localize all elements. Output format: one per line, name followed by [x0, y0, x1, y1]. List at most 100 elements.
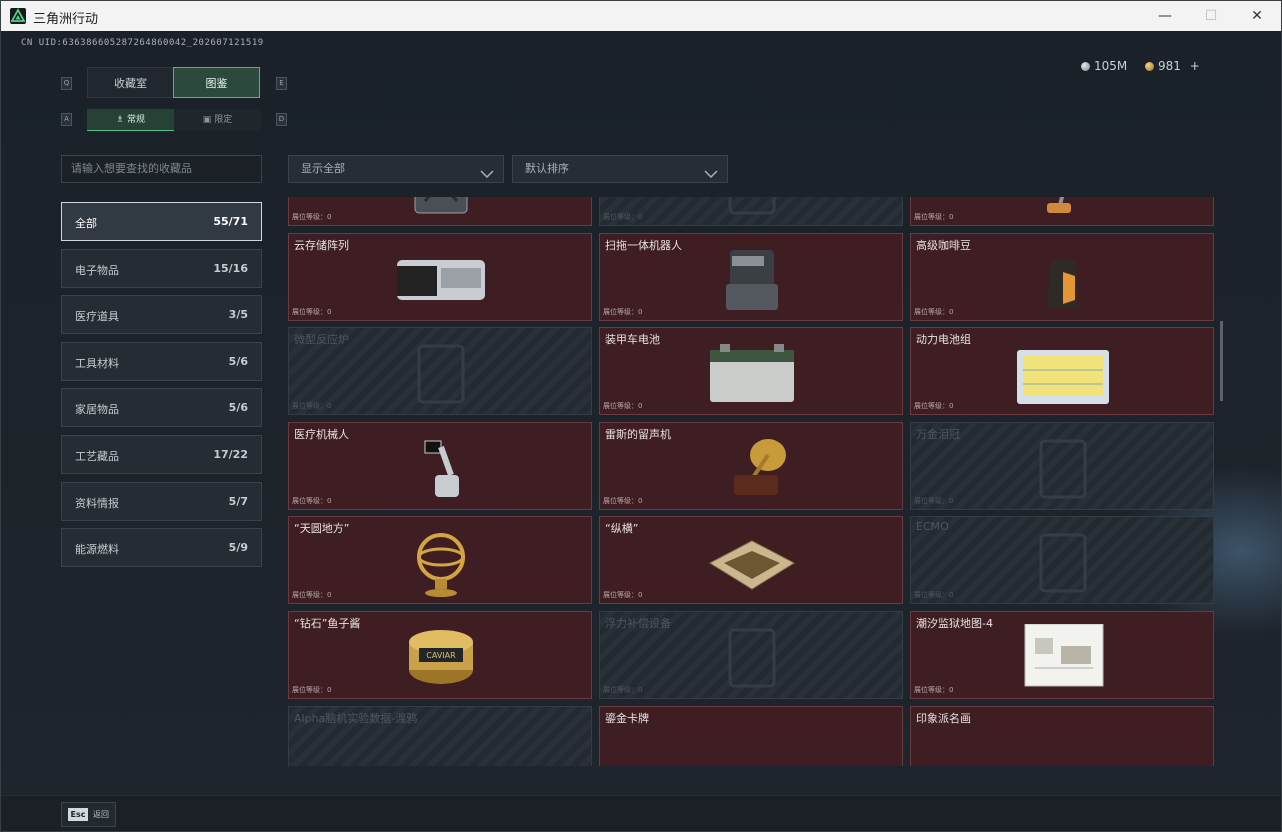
category-item[interactable]: 工具材料 5/6 [61, 341, 262, 381]
item-level: 展位等级：0 [292, 402, 332, 411]
item-image [702, 246, 802, 318]
collection-card[interactable]: 扫拖一体机器人 展位等级：0 [599, 232, 903, 321]
category-count: 55/71 [213, 215, 248, 228]
item-level: 展位等级：0 [914, 591, 954, 600]
category-count: 17/22 [213, 448, 248, 461]
collection-card[interactable]: 浮力补偿设备展位等级：0 [599, 611, 903, 699]
collection-card[interactable]: 展位等级：0 [910, 197, 1214, 226]
item-level: 展位等级：0 [603, 686, 643, 694]
collection-card[interactable]: “纵横” 展位等级：0 [599, 516, 903, 605]
collection-card[interactable]: 高级咖啡豆 展位等级：0 [910, 232, 1214, 321]
collection-card[interactable]: ECMO 展位等级：0 [910, 516, 1214, 605]
game-window: 三角洲行动 — ☐ ✕ CN UID:636386605287264860042… [0, 0, 1282, 832]
subtab-regular[interactable]: ♗ 常规 [87, 109, 174, 131]
collection-grid: 展位等级：0 展位等级：0 展位等级：0 云存储阵列 展位等级：0 扫拖一体机器人 展位等级… [288, 197, 1215, 766]
tab-catalog[interactable]: 图鉴 [173, 67, 260, 98]
category-item[interactable]: 电子物品 15/16 [61, 248, 262, 288]
title-bar: 三角洲行动 — ☐ ✕ [1, 1, 1281, 31]
back-label: 返回 [93, 810, 109, 819]
item-name: “天圆地方” [294, 522, 350, 536]
item-level: 展位等级：0 [914, 686, 954, 694]
item-name: 云存储阵列 [294, 238, 349, 252]
item-image [1013, 719, 1113, 766]
category-label: 能源燃料 [75, 543, 119, 557]
category-count: 3/5 [228, 308, 248, 322]
category-count: 15/16 [213, 261, 248, 275]
subtab-limited[interactable]: ▣ 限定 [174, 109, 261, 131]
collection-card[interactable]: 动力电池组 展位等级：0 [910, 327, 1214, 416]
category-item[interactable]: 工艺藏品 17/22 [61, 435, 262, 474]
filter-dropdown[interactable]: 显示全部 [288, 155, 504, 183]
window-title: 三角洲行动 [33, 12, 99, 27]
minimize-button[interactable]: — [1142, 1, 1188, 31]
category-item[interactable]: 医疗道具 3/5 [61, 295, 262, 335]
search-input[interactable]: 请输入想要查找的收藏品 [61, 155, 262, 183]
chevron-down-icon [704, 163, 718, 189]
item-name: 浮力补偿设备 [605, 617, 671, 630]
category-label: 电子物品 [75, 263, 119, 277]
key-hint-e: E [276, 77, 287, 90]
item-level: 展位等级：0 [603, 402, 643, 411]
item-image [391, 719, 491, 766]
category-count: 5/6 [228, 401, 248, 415]
collection-card[interactable]: 印象派名画展位等级：0 [910, 705, 1214, 766]
category-item[interactable]: 能源燃料 5/9 [61, 528, 262, 568]
subtab-regular-label: 常规 [126, 115, 145, 125]
item-name: 万金泪冠 [916, 427, 960, 441]
collection-card[interactable]: 微型反应炉展位等级：0 [288, 327, 592, 416]
collection-card[interactable]: 鎏金卡牌展位等级：0 [599, 705, 903, 766]
item-image [391, 246, 491, 318]
item-name: 微型反应炉 [294, 333, 349, 347]
tab-collection-room[interactable]: 收藏室 [87, 67, 174, 98]
gold-currency: 981 + [1145, 59, 1200, 73]
item-name: 印象派名画 [916, 711, 971, 725]
item-image [702, 340, 802, 412]
filter-dropdown-value: 显示全部 [301, 162, 345, 175]
category-count: 5/7 [228, 494, 248, 508]
collection-card[interactable]: Alpha脑机实验数据-渡鸦展位等级：0 [288, 705, 592, 766]
item-image [391, 529, 491, 601]
item-image [1013, 197, 1113, 223]
silver-coin-icon [1081, 62, 1090, 71]
collection-card[interactable]: 装甲车电池展位等级：0 [599, 327, 903, 416]
collection-card[interactable]: 雷斯的留声机 展位等级：0 [599, 421, 903, 510]
item-level: 展位等级：0 [914, 496, 954, 505]
back-button[interactable]: Esc 返回 [61, 802, 116, 827]
maximize-button[interactable]: ☐ [1188, 1, 1234, 31]
item-level: 展位等级：0 [603, 496, 643, 505]
item-image [1013, 529, 1113, 601]
collection-card[interactable]: 潮汐监狱地图-4 展位等级：0 [910, 611, 1214, 699]
item-level: 展位等级：0 [603, 307, 643, 316]
category-item[interactable]: 资料情报 5/7 [61, 481, 262, 521]
item-name: Alpha脑机实验数据-渡鸦 [294, 711, 418, 725]
category-item[interactable]: 家居物品 5/6 [61, 388, 262, 428]
sort-dropdown[interactable]: 默认排序 [512, 155, 728, 183]
add-currency-button[interactable]: + [1190, 59, 1200, 73]
category-label: 工艺藏品 [75, 450, 119, 463]
item-name: 动力电池组 [916, 333, 971, 347]
item-level: 展位等级：0 [914, 307, 954, 316]
item-name: 装甲车电池 [605, 333, 660, 347]
category-label: 家居物品 [75, 403, 119, 417]
svg-text:CAVIAR: CAVIAR [426, 651, 456, 660]
item-name: “纵横” [605, 522, 639, 536]
scrollbar[interactable] [1220, 321, 1223, 401]
item-image [391, 435, 491, 507]
user-uid: CN UID:636386605287264860042_20260712151… [21, 38, 264, 48]
key-hint-d: D [276, 113, 287, 126]
collection-card[interactable]: CAVIAR “钻石”鱼子酱 展位等级：0 [288, 611, 592, 699]
category-item[interactable]: 全部 55/71 [61, 202, 262, 241]
collection-card[interactable]: 云存储阵列展位等级：0 [288, 232, 592, 321]
collection-card[interactable]: 展位等级：0 [599, 197, 903, 226]
item-level: 展位等级：0 [292, 307, 332, 316]
collection-card[interactable]: 医疗机械人 展位等级：0 [288, 421, 592, 510]
close-button[interactable]: ✕ [1234, 1, 1280, 31]
silver-amount: 105M [1094, 59, 1128, 73]
collection-card[interactable]: 展位等级：0 [288, 197, 592, 226]
collection-card[interactable]: 万金泪冠展位等级：0 [910, 421, 1214, 510]
esc-key: Esc [68, 808, 88, 821]
category-count: 5/9 [228, 541, 248, 555]
gold-amount: 981 [1158, 59, 1181, 73]
collection-card[interactable]: “天圆地方” 展位等级：0 [288, 516, 592, 605]
box-icon: ▣ [202, 115, 212, 125]
